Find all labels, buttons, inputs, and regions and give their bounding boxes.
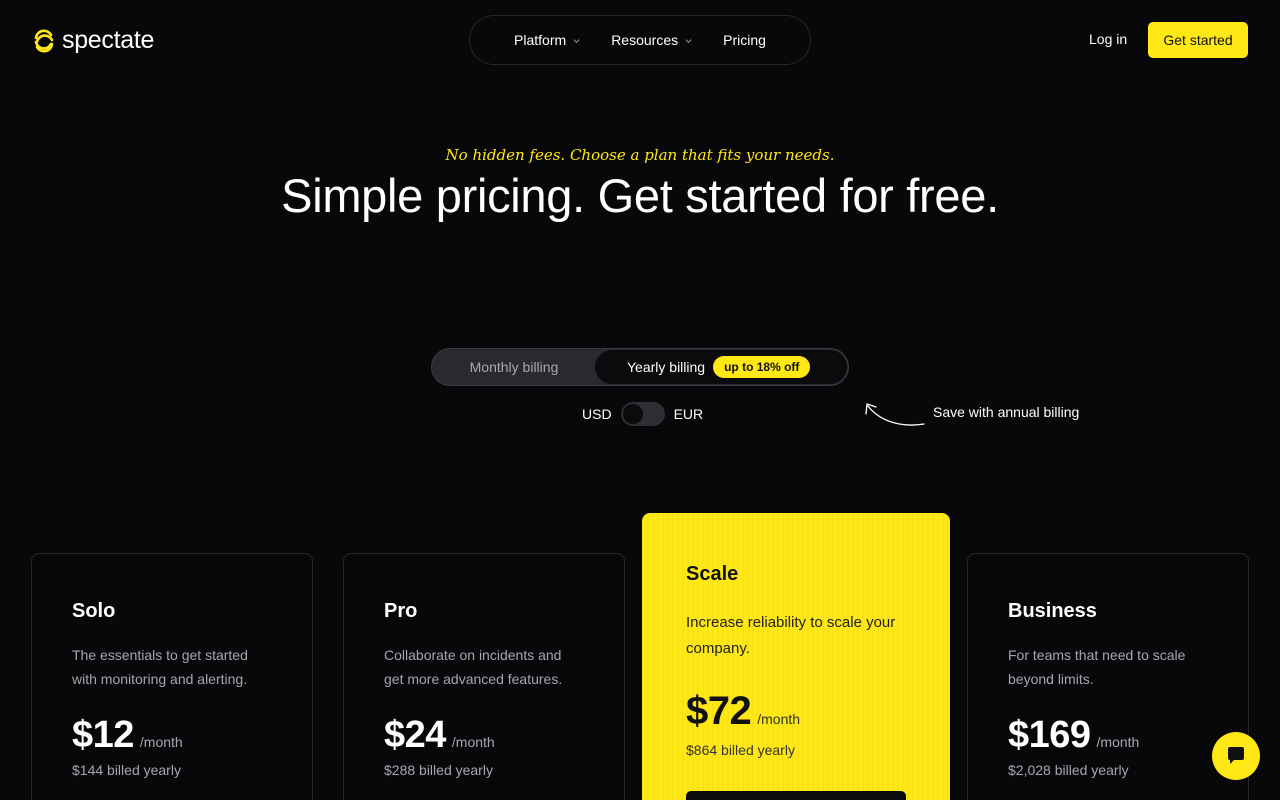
yearly-billing-option[interactable]: Yearly billing up to 18% off xyxy=(595,350,847,384)
yearly-billing-label: Yearly billing xyxy=(627,359,706,375)
main-nav: Platform Resources Pricing xyxy=(469,15,811,65)
price-period: /month xyxy=(757,711,801,727)
plan-card-pro: Pro Collaborate on incidents and get mor… xyxy=(343,553,625,800)
plan-description: Increase reliability to scale your compa… xyxy=(686,614,896,657)
nav-item-label: Resources xyxy=(611,32,679,48)
plan-price: $72 /month xyxy=(686,689,800,734)
nav-item-pricing[interactable]: Pricing xyxy=(723,32,766,48)
spectate-logo-icon xyxy=(34,29,54,52)
monthly-billing-option[interactable]: Monthly billing xyxy=(432,349,596,385)
hero-tagline: No hidden fees. Choose a plan that fits … xyxy=(445,146,835,164)
plan-name: Business xyxy=(1008,600,1097,622)
price-amount: $72 xyxy=(686,689,752,733)
brand-logo[interactable]: spectate xyxy=(32,26,154,55)
discount-badge: up to 18% off xyxy=(713,356,811,378)
plan-name: Scale xyxy=(686,563,739,585)
billed-yearly-text: $864 billed yearly xyxy=(686,742,795,758)
billing-period-toggle: Monthly billing Yearly billing up to 18%… xyxy=(431,348,849,386)
currency-toggle[interactable] xyxy=(620,402,665,426)
price-amount: $12 xyxy=(72,714,134,756)
get-started-button[interactable]: Get started xyxy=(1148,22,1248,58)
price-amount: $24 xyxy=(384,714,446,756)
plan-card-business: Business For teams that need to scale be… xyxy=(967,553,1249,800)
nav-item-resources[interactable]: Resources xyxy=(611,32,693,48)
plan-card-scale: Scale Increase reliability to scale your… xyxy=(642,513,950,800)
plan-cta-button[interactable] xyxy=(686,791,906,800)
billed-yearly-text: $2,028 billed yearly xyxy=(1008,762,1129,778)
plan-price: $24 /month xyxy=(384,714,495,757)
curved-arrow-icon xyxy=(865,403,925,426)
nav-item-label: Pricing xyxy=(723,32,766,48)
chevron-down-icon xyxy=(685,38,692,43)
plan-name: Pro xyxy=(384,600,418,622)
page-title: Simple pricing. Get started for free. xyxy=(281,169,999,222)
plan-price: $169 /month xyxy=(1008,714,1139,757)
currency-eur-label: EUR xyxy=(673,406,704,422)
login-link[interactable]: Log in xyxy=(1089,31,1127,47)
chat-widget-button[interactable] xyxy=(1212,732,1260,780)
nav-item-label: Platform xyxy=(514,32,567,48)
plan-name: Solo xyxy=(72,600,116,622)
chat-bubble-icon xyxy=(1228,747,1244,764)
save-annual-note: Save with annual billing xyxy=(933,404,1080,420)
plan-description: Collaborate on incidents and get more ad… xyxy=(384,647,563,687)
plan-description: For teams that need to scale beyond limi… xyxy=(1008,647,1186,687)
price-period: /month xyxy=(139,734,183,750)
currency-usd-label: USD xyxy=(582,406,612,422)
price-period: /month xyxy=(451,734,495,750)
price-period: /month xyxy=(1096,734,1140,750)
price-amount: $169 xyxy=(1008,714,1091,756)
brand-name: spectate xyxy=(62,26,155,54)
nav-item-platform[interactable]: Platform xyxy=(514,32,581,48)
billed-yearly-text: $144 billed yearly xyxy=(72,762,181,778)
chevron-down-icon xyxy=(573,38,580,43)
billed-yearly-text: $288 billed yearly xyxy=(384,762,493,778)
plan-description: The essentials to get started with monit… xyxy=(72,647,248,687)
currency-switch-group: USD EUR xyxy=(582,402,703,426)
plan-card-solo: Solo The essentials to get started with … xyxy=(31,553,313,800)
toggle-knob xyxy=(622,404,643,424)
plan-price: $12 /month xyxy=(72,714,183,757)
